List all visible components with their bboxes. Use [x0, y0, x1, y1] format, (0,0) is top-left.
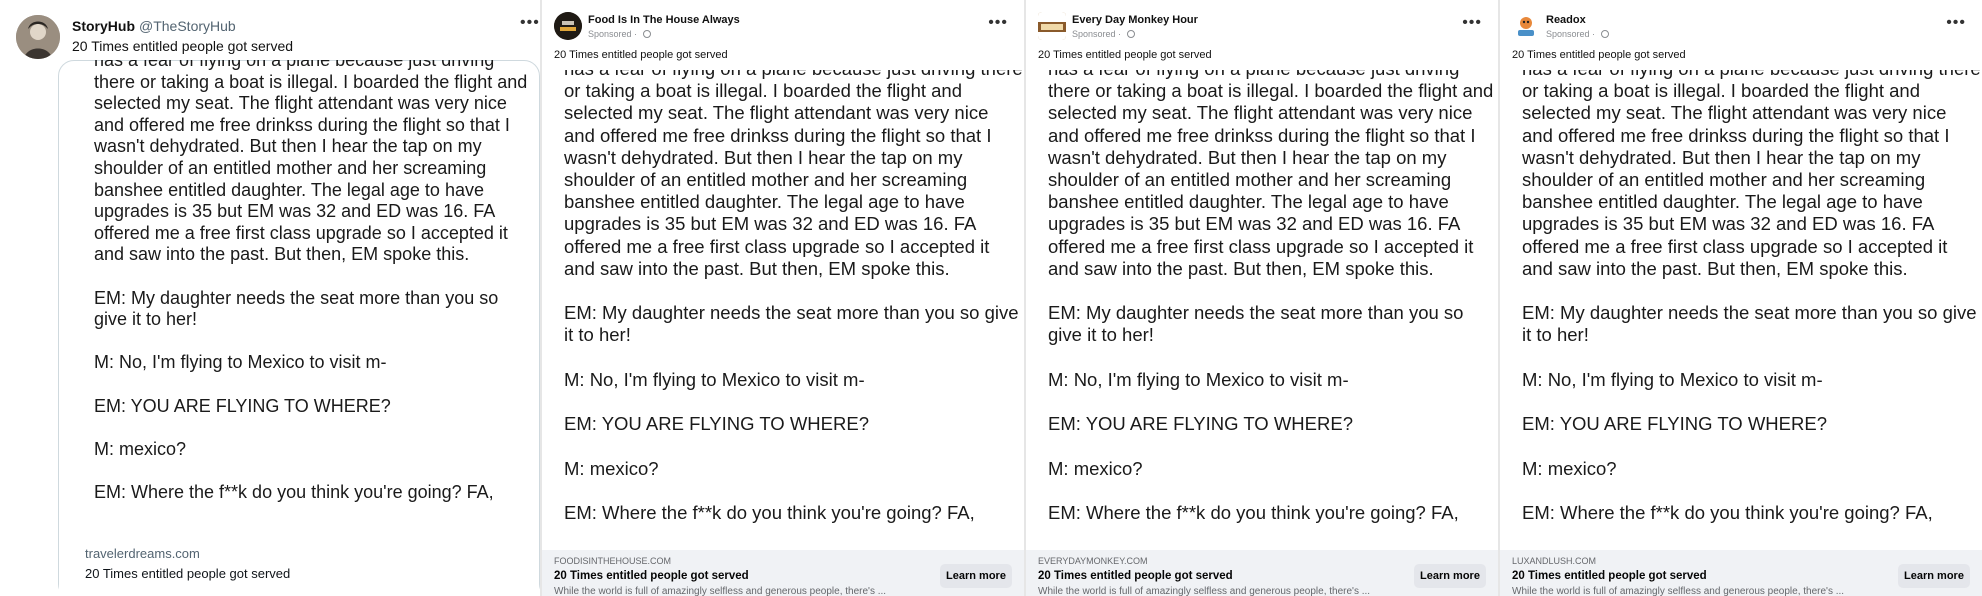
story-image[interactable]: has a fear of flying on a plane because …: [94, 60, 534, 526]
more-horizontal-icon[interactable]: •••: [1946, 14, 1966, 32]
link-title: 20 Times entitled people got served: [85, 566, 291, 581]
ad-food-is-in-the-house: Food Is In The House Always Sponsored · …: [542, 0, 1024, 596]
more-horizontal-icon[interactable]: •••: [988, 14, 1008, 32]
author[interactable]: StoryHub @TheStoryHub: [72, 18, 236, 34]
link-domain: FOODISINTHEHOUSE.COM: [554, 556, 672, 566]
link-domain: EVERYDAYMONKEY.COM: [1038, 556, 1148, 566]
sponsored-label: Sponsored ·: [1072, 29, 1135, 39]
post-storyhub: StoryHub @TheStoryHub 20 Times entitled p…: [0, 0, 540, 596]
page-name[interactable]: Food Is In The House Always: [588, 14, 740, 26]
avatar[interactable]: [1512, 12, 1540, 40]
page-name[interactable]: Every Day Monkey Hour: [1072, 14, 1198, 26]
story-text: has a fear of flying on a plane because …: [94, 60, 528, 502]
page-name[interactable]: Readox: [1546, 14, 1586, 26]
post-caption: 20 Times entitled people got served: [72, 38, 294, 54]
learn-more-button[interactable]: Learn more: [1414, 564, 1486, 588]
story-text: has a fear of flying on a plane because …: [1522, 70, 1981, 524]
globe-icon: [1600, 30, 1609, 38]
avatar[interactable]: [1038, 12, 1066, 40]
story-text: has a fear of flying on a plane because …: [1048, 70, 1494, 524]
link-description: While the world is full of amazingly sel…: [1038, 586, 1371, 596]
story-image[interactable]: has a fear of flying on a plane because …: [564, 70, 1024, 548]
ad-readox: Readox Sponsored · ••• 20 Times entitled…: [1500, 0, 1982, 596]
sponsored-label: Sponsored ·: [1546, 29, 1609, 39]
link-domain: LUXANDLUSH.COM: [1512, 556, 1597, 566]
link-title: 20 Times entitled people got served: [1512, 570, 1707, 582]
ad-caption: 20 Times entitled people got served: [1038, 49, 1212, 61]
avatar[interactable]: [16, 15, 60, 59]
story-image[interactable]: has a fear of flying on a plane because …: [1048, 70, 1498, 548]
more-horizontal-icon[interactable]: •••: [1462, 14, 1482, 32]
avatar[interactable]: [554, 12, 582, 40]
link-domain: travelerdreams.com: [85, 546, 200, 561]
author-name[interactable]: StoryHub: [72, 18, 135, 34]
link-description: While the world is full of amazingly sel…: [1512, 586, 1845, 596]
link-footer[interactable]: travelerdreams.com 20 Times entitled peo…: [59, 532, 539, 596]
learn-more-button[interactable]: Learn more: [940, 564, 1012, 588]
link-description: While the world is full of amazingly sel…: [554, 586, 887, 596]
globe-icon: [1126, 30, 1135, 38]
ad-every-day-monkey-hour: Every Day Monkey Hour Sponsored · ••• 20…: [1026, 0, 1498, 596]
ad-caption: 20 Times entitled people got served: [554, 49, 728, 61]
author-handle[interactable]: @TheStoryHub: [139, 18, 236, 34]
ad-footer[interactable]: EVERYDAYMONKEY.COM 20 Times entitled peo…: [1026, 550, 1498, 596]
ad-footer[interactable]: LUXANDLUSH.COM 20 Times entitled people …: [1500, 550, 1982, 596]
learn-more-button[interactable]: Learn more: [1898, 564, 1970, 588]
story-text: has a fear of flying on a plane because …: [564, 70, 1023, 524]
link-title: 20 Times entitled people got served: [1038, 570, 1233, 582]
story-image[interactable]: has a fear of flying on a plane because …: [1522, 70, 1982, 548]
ad-caption: 20 Times entitled people got served: [1512, 49, 1686, 61]
sponsored-label: Sponsored ·: [588, 29, 651, 39]
link-title: 20 Times entitled people got served: [554, 570, 749, 582]
more-horizontal-icon[interactable]: •••: [520, 14, 540, 32]
globe-icon: [642, 30, 651, 38]
ad-footer[interactable]: FOODISINTHEHOUSE.COM 20 Times entitled p…: [542, 550, 1024, 596]
